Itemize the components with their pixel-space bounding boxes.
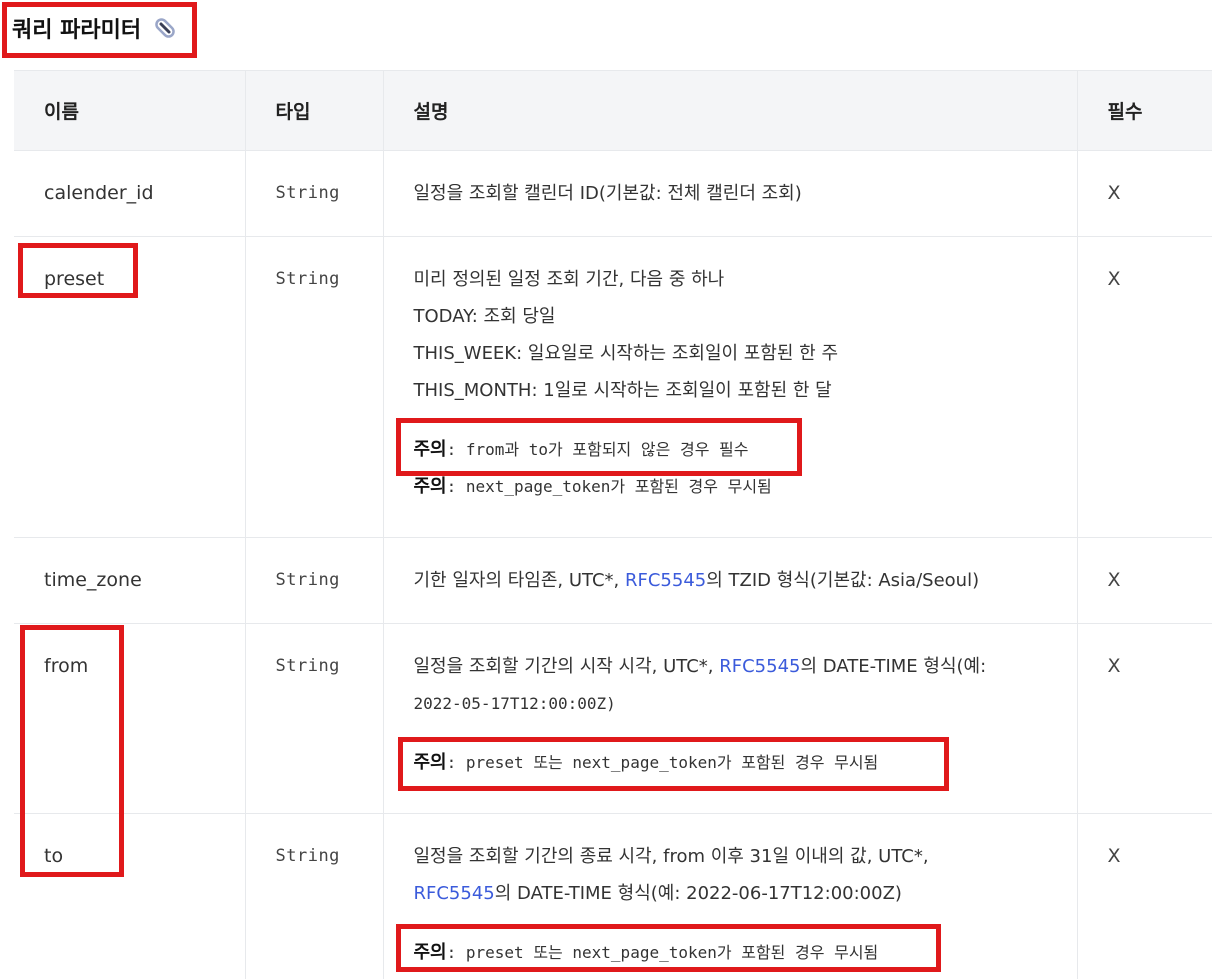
note-label: 주의	[413, 942, 447, 963]
description-text: 일정을 조회할 기간의 시작 시각, UTC*,	[413, 656, 720, 677]
param-name: preset	[14, 236, 245, 538]
description-line: TODAY: 조회 당일	[413, 306, 556, 327]
rfc5545-link[interactable]: RFC5545	[719, 656, 800, 677]
param-required: X	[1076, 813, 1212, 979]
api-doc-page: 쿼리 파라미터 이름 타입 설명 필수 calender_id String 일…	[0, 0, 1224, 979]
param-description: 미리 정의된 일정 조회 기간, 다음 중 하나 TODAY: 조회 당일 TH…	[382, 236, 1077, 538]
table-header-row: 이름 타입 설명 필수	[14, 70, 1212, 151]
description-text: 기한 일자의 타임존, UTC*,	[413, 570, 625, 591]
description-line: 일정을 조회할 기간의 종료 시각, from 이후 31일 이내의 값, UT…	[413, 846, 929, 867]
rfc5545-link[interactable]: RFC5545	[625, 570, 706, 591]
column-header-name: 이름	[14, 70, 245, 151]
param-name: from	[14, 623, 245, 814]
note-text: : from과 to가 포함되지 않은 경우 필수	[446, 440, 749, 459]
column-header-type: 타입	[244, 70, 383, 151]
note-label: 주의	[413, 752, 447, 773]
param-description: 일정을 조회할 기간의 시작 시각, UTC*, RFC5545의 DATE-T…	[382, 623, 1077, 814]
section-title: 쿼리 파라미터	[12, 18, 142, 43]
param-required: X	[1076, 150, 1212, 237]
param-required: X	[1076, 537, 1212, 624]
param-required: X	[1076, 236, 1212, 538]
description-text: 의 DATE-TIME 형식(예: 2022-06-17T12:00:00Z)	[494, 883, 902, 904]
param-description: 일정을 조회할 캘린더 ID(기본값: 전체 캘린더 조회)	[382, 150, 1077, 237]
table-row: time_zone String 기한 일자의 타임존, UTC*, RFC55…	[14, 537, 1212, 624]
section-heading: 쿼리 파라미터	[12, 12, 179, 44]
description-text: 의 DATE-TIME 형식(예:	[800, 656, 987, 677]
param-type: String	[244, 623, 383, 814]
description-text: 의 TZID 형식(기본값: Asia/Seoul)	[706, 570, 980, 591]
note-text: : preset 또는 next_page_token가 포함된 경우 무시됨	[446, 943, 879, 962]
description-line: RFC5545의 DATE-TIME 형식(예: 2022-06-17T12:0…	[414, 875, 1077, 912]
note-line: 주의: from과 to가 포함되지 않은 경우 필수	[414, 431, 1077, 468]
note-line: 주의: preset 또는 next_page_token가 포함된 경우 무시…	[414, 744, 1077, 781]
query-parameter-table: 이름 타입 설명 필수 calender_id String 일정을 조회할 캘…	[14, 70, 1212, 979]
param-description: 기한 일자의 타임존, UTC*, RFC5545의 TZID 형식(기본값: …	[382, 537, 1077, 624]
param-required: X	[1076, 623, 1212, 814]
param-name: time_zone	[14, 537, 245, 624]
note-text: : preset 또는 next_page_token가 포함된 경우 무시됨	[446, 753, 879, 772]
param-name: calender_id	[14, 150, 245, 237]
note-line: 주의: preset 또는 next_page_token가 포함된 경우 무시…	[414, 934, 1077, 971]
note-text: : next_page_token가 포함된 경우 무시됨	[446, 477, 772, 496]
param-name: to	[14, 813, 245, 979]
column-header-required: 필수	[1076, 70, 1212, 151]
note-label: 주의	[413, 439, 447, 460]
note-line: 주의: next_page_token가 포함된 경우 무시됨	[414, 468, 1077, 505]
description-line: 2022-05-17T12:00:00Z)	[413, 694, 616, 713]
param-type: String	[244, 813, 383, 979]
param-type: String	[244, 150, 383, 237]
column-header-description: 설명	[382, 70, 1077, 151]
link-icon[interactable]	[151, 14, 179, 42]
description-line: THIS_WEEK: 일요일로 시작하는 조회일이 포함된 한 주	[413, 343, 839, 364]
param-type: String	[244, 236, 383, 538]
note-label: 주의	[413, 476, 447, 497]
rfc5545-link[interactable]: RFC5545	[414, 883, 495, 904]
table-row: calender_id String 일정을 조회할 캘린더 ID(기본값: 전…	[14, 150, 1212, 237]
param-type: String	[244, 537, 383, 624]
description-line: 기한 일자의 타임존, UTC*, RFC5545의 TZID 형식(기본값: …	[414, 562, 1077, 599]
description-line: 일정을 조회할 기간의 시작 시각, UTC*, RFC5545의 DATE-T…	[414, 648, 1077, 685]
table-row: preset String 미리 정의된 일정 조회 기간, 다음 중 하나 T…	[14, 236, 1212, 538]
table-row: to String 일정을 조회할 기간의 종료 시각, from 이후 31일…	[14, 813, 1212, 979]
description-line: 미리 정의된 일정 조회 기간, 다음 중 하나	[413, 269, 725, 290]
param-description: 일정을 조회할 기간의 종료 시각, from 이후 31일 이내의 값, UT…	[382, 813, 1077, 979]
description-line: THIS_MONTH: 1일로 시작하는 조회일이 포함된 한 달	[413, 380, 832, 401]
table-row: from String 일정을 조회할 기간의 시작 시각, UTC*, RFC…	[14, 623, 1212, 814]
